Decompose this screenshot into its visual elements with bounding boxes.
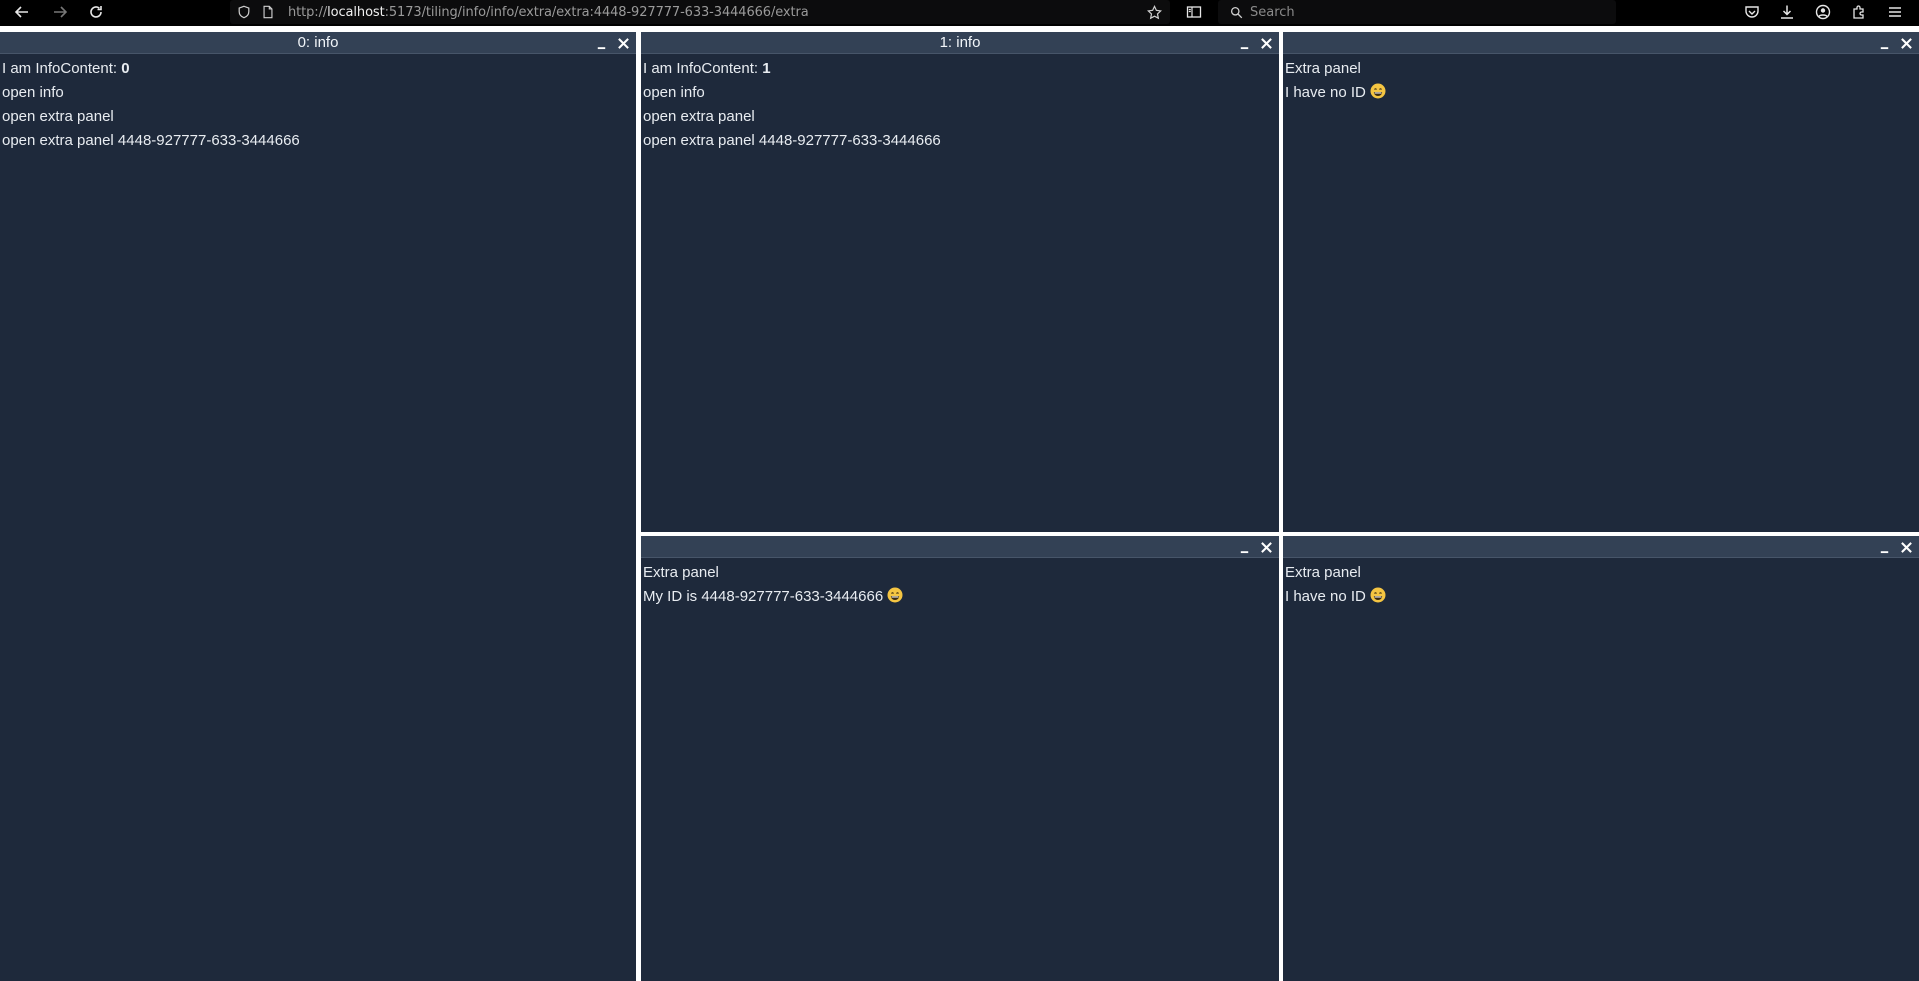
extensions-icon [1853, 5, 1864, 19]
account-icon [1815, 4, 1831, 20]
close-icon [1260, 37, 1272, 49]
open-extra-panel-id-link[interactable]: open extra panel 4448-927777-633-3444666 [643, 129, 1277, 153]
minimize-icon [1240, 46, 1248, 49]
grinning-face-icon [1370, 83, 1386, 99]
panel-1-header[interactable]: 1: info [641, 32, 1279, 54]
panel-2-content: Extra panel I have no ID [1283, 54, 1919, 108]
url-text[interactable]: http://localhost:5173/tiling/info/info/e… [288, 5, 809, 20]
panel-4-title [1283, 536, 1919, 558]
browser-toolbar: http://localhost:5173/tiling/info/info/e… [0, 0, 1919, 26]
extra-panel-text: I have no ID [1285, 585, 1917, 609]
pocket-button[interactable] [1738, 0, 1766, 24]
info-index: 1 [762, 60, 771, 77]
panel-0-header[interactable]: 0: info [0, 32, 636, 54]
minimize-icon [1240, 550, 1248, 553]
panel-2: Extra panel I have no ID [1283, 32, 1919, 532]
info-content-label: I am InfoContent: 1 [643, 60, 771, 77]
minimize-icon [597, 46, 605, 49]
url-rest: :5173/tiling/info/info/extra/extra:4448-… [384, 4, 809, 20]
sidebar-icon [1186, 6, 1202, 18]
close-button[interactable] [1897, 33, 1915, 53]
back-button[interactable] [8, 0, 36, 24]
forward-button[interactable] [46, 0, 74, 24]
arrow-right-icon [54, 6, 68, 18]
sidebar-button[interactable] [1180, 0, 1208, 24]
close-icon [617, 37, 629, 49]
close-button[interactable] [1257, 33, 1275, 53]
account-button[interactable] [1809, 0, 1837, 24]
panel-3-title [641, 536, 1279, 558]
close-icon [1900, 37, 1912, 49]
minimize-icon [1880, 46, 1888, 49]
open-extra-panel-link[interactable]: open extra panel [643, 105, 1277, 129]
minimize-button[interactable] [1235, 33, 1253, 53]
panel-1-title: 1: info [939, 34, 981, 51]
menu-button[interactable] [1881, 0, 1909, 24]
panel-1: 1: info I am InfoContent: 1 open info op… [641, 32, 1279, 532]
panel-3-content: Extra panel My ID is 4448-927777-633-344… [641, 558, 1279, 612]
url-prefix: http:// [288, 4, 328, 20]
minimize-button[interactable] [592, 33, 610, 53]
menu-icon [1889, 7, 1901, 17]
reload-button[interactable] [82, 0, 110, 24]
minimize-button[interactable] [1235, 537, 1253, 557]
extra-panel-text: I have no ID [1285, 81, 1917, 105]
search-input[interactable] [1250, 4, 1610, 20]
open-extra-panel-link[interactable]: open extra panel [2, 105, 634, 129]
info-content-label: I am InfoContent: 0 [2, 60, 130, 77]
bookmark-star-button[interactable] [1144, 0, 1164, 24]
panel-3-header[interactable] [641, 536, 1279, 558]
panel-4-content: Extra panel I have no ID [1283, 558, 1919, 612]
shield-icon[interactable] [234, 0, 254, 24]
panel-0-content: I am InfoContent: 0 open info open extra… [0, 54, 636, 156]
minimize-icon [1880, 550, 1888, 553]
panel-2-header[interactable] [1283, 32, 1919, 54]
search-icon [1226, 6, 1246, 19]
grinning-face-icon [1370, 587, 1386, 603]
extensions-button[interactable] [1845, 0, 1873, 24]
close-icon [1260, 541, 1272, 553]
extra-panel-text: My ID is 4448-927777-633-3444666 [643, 585, 1277, 609]
open-extra-panel-id-link[interactable]: open extra panel 4448-927777-633-3444666 [2, 129, 634, 153]
downloads-button[interactable] [1773, 0, 1801, 24]
panel-0-title: 0: info [297, 34, 339, 51]
close-button[interactable] [1257, 537, 1275, 557]
grinning-face-icon [887, 587, 903, 603]
close-icon [1900, 541, 1912, 553]
extra-panel-heading: Extra panel [1285, 564, 1361, 581]
extra-panel-heading: Extra panel [1285, 60, 1361, 77]
open-info-link[interactable]: open info [2, 81, 634, 105]
panel-2-title [1283, 32, 1919, 54]
download-icon [1781, 5, 1793, 19]
minimize-button[interactable] [1875, 33, 1893, 53]
panel-1-content: I am InfoContent: 1 open info open extra… [641, 54, 1279, 156]
pocket-icon [1745, 6, 1759, 18]
panel-4: Extra panel I have no ID [1283, 536, 1919, 981]
panel-3: Extra panel My ID is 4448-927777-633-344… [641, 536, 1279, 981]
open-info-link[interactable]: open info [643, 81, 1277, 105]
minimize-button[interactable] [1875, 537, 1893, 557]
page-icon[interactable] [258, 0, 278, 24]
reload-icon [90, 6, 102, 18]
info-index: 0 [121, 60, 130, 77]
extra-panel-heading: Extra panel [643, 564, 719, 581]
star-icon [1146, 4, 1162, 19]
panel-4-header[interactable] [1283, 536, 1919, 558]
url-host: localhost [327, 4, 385, 20]
arrow-left-icon [14, 6, 28, 18]
url-bar[interactable]: http://localhost:5173/tiling/info/info/e… [230, 0, 1170, 24]
close-button[interactable] [614, 33, 632, 53]
panel-0: 0: info I am InfoContent: 0 open info op… [0, 32, 636, 981]
close-button[interactable] [1897, 537, 1915, 557]
search-bar[interactable] [1218, 0, 1616, 24]
